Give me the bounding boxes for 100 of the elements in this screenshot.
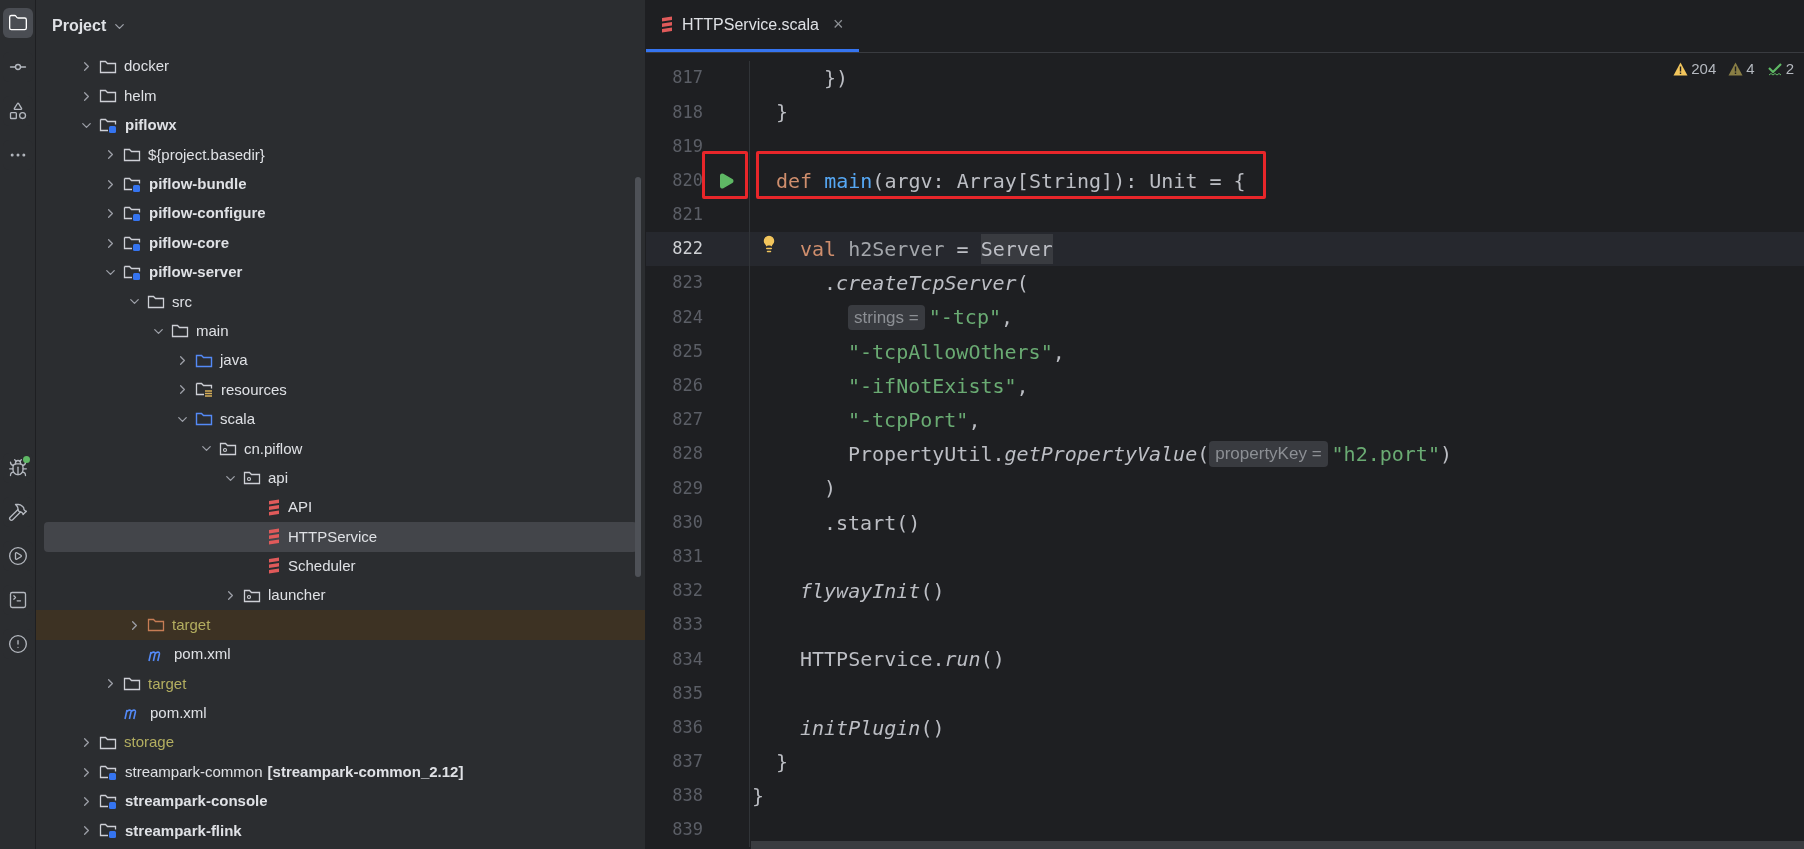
tree-item[interactable]: piflow-configure	[36, 198, 645, 229]
line-number: 839	[672, 818, 703, 842]
tree-item[interactable]: java	[36, 345, 645, 376]
tree-item[interactable]: ${project.basedir}	[36, 140, 645, 170]
folder-icon	[99, 88, 117, 105]
code-line: initPlugin()	[799, 714, 945, 742]
line-number: 823	[672, 271, 703, 295]
line-number: 822	[672, 237, 703, 261]
tree-item[interactable]: docker	[36, 52, 645, 82]
tree-item[interactable]: pom.xml	[36, 639, 645, 670]
code-line: strings = "-tcp",	[752, 302, 1014, 333]
code-line: flywayInit()	[799, 577, 945, 605]
tree-item[interactable]: piflow-core	[36, 228, 645, 258]
folder-icon	[171, 323, 189, 340]
module-folder-icon	[99, 822, 118, 840]
folder-icon	[147, 293, 165, 310]
tree-item[interactable]: streampark-console	[36, 786, 645, 817]
tree-item[interactable]: streampark-common [streampark-common_2.12]	[36, 757, 645, 787]
line-number: 835	[672, 681, 703, 705]
folder-icon[interactable]	[2, 8, 33, 38]
scrollbar[interactable]	[751, 841, 1804, 849]
line-number: 829	[672, 476, 703, 500]
tree-item[interactable]: scala	[36, 404, 645, 435]
package-icon	[219, 440, 237, 457]
code-line: HTTPService.run()	[799, 646, 1005, 674]
code-line: "-tcpPort",	[847, 406, 981, 434]
line-number: 832	[672, 579, 703, 603]
scala-file-icon	[267, 498, 281, 517]
tree-item[interactable]: launcher	[36, 581, 645, 611]
module-folder-icon	[123, 175, 142, 193]
package-icon	[243, 470, 261, 487]
module-folder-icon	[123, 234, 142, 252]
line-number: 824	[672, 305, 703, 329]
tree-item[interactable]: api	[36, 463, 645, 493]
code-line: val h2Server = Server	[752, 234, 1053, 265]
code-line: .start()	[823, 509, 921, 537]
close-button[interactable]: ×	[832, 11, 844, 38]
line-number: 836	[672, 715, 703, 739]
warning-icon	[1673, 62, 1689, 77]
tree-item[interactable]: streampark-flink	[36, 816, 645, 846]
tree-item[interactable]: cn.piflow	[36, 434, 645, 464]
source-folder-icon	[195, 352, 213, 369]
code-line: }	[775, 99, 789, 127]
folder-icon	[123, 146, 141, 163]
scala-file-icon	[267, 557, 281, 576]
code-line: "-tcpAllowOthers",	[847, 338, 1065, 366]
line-number: 838	[672, 784, 703, 808]
tree-item[interactable]: helm	[36, 81, 645, 111]
code-line: })	[823, 65, 849, 93]
tree-item[interactable]: Scheduler	[36, 551, 645, 582]
tree-item[interactable]: target	[36, 610, 645, 640]
code-line: }	[775, 748, 789, 776]
code-line: def main(argv: Array[String]): Unit = {	[775, 167, 1246, 195]
code-line: PropertyUtil.getPropertyValue( propertyKey = "h2.port")	[847, 440, 1452, 469]
folder-icon	[147, 617, 165, 634]
line-number: 833	[672, 613, 703, 637]
tree-item[interactable]: API	[36, 492, 645, 523]
line-number: 831	[672, 544, 703, 568]
line-number: 820	[672, 168, 703, 192]
inspection-count[interactable]: 4	[1746, 58, 1755, 81]
line-number: 817	[672, 66, 703, 90]
editor-tab[interactable]: HTTPService.scala ×	[646, 0, 860, 52]
scala-file-icon	[660, 15, 674, 34]
tree-item[interactable]: piflowx	[36, 110, 645, 141]
tree-item[interactable]: resources	[36, 375, 645, 405]
folder-icon	[99, 734, 117, 751]
line-number: 837	[672, 750, 703, 774]
line-number: 821	[672, 203, 703, 227]
resources-folder-icon	[195, 381, 214, 399]
inspection-count[interactable]: 204	[1691, 58, 1717, 81]
line-number: 834	[672, 647, 703, 671]
folder-icon	[99, 58, 117, 75]
tree-item[interactable]: storage	[36, 728, 645, 758]
code-line: }	[752, 783, 765, 811]
check-icon	[1766, 61, 1783, 78]
code-line: .createTcpServer(	[823, 270, 1029, 298]
tree-item[interactable]: pom.xml	[36, 698, 645, 728]
tree-item[interactable]: piflow-bundle	[36, 169, 645, 199]
tree-item[interactable]: HTTPService	[44, 522, 637, 552]
scrollbar[interactable]	[635, 177, 641, 577]
scala-file-icon	[267, 527, 281, 546]
line-number: 827	[672, 408, 703, 432]
tree-item[interactable]: piflow-server	[36, 257, 645, 288]
source-folder-icon	[195, 411, 213, 428]
module-folder-icon	[99, 792, 118, 810]
line-number: 826	[672, 374, 703, 398]
run-icon[interactable]	[717, 171, 735, 190]
line-number: 819	[672, 134, 703, 158]
line-number: 825	[672, 339, 703, 363]
code-line: )	[823, 475, 837, 503]
warning-icon	[1728, 62, 1744, 77]
tree-item[interactable]: target	[36, 669, 645, 699]
line-number: 830	[672, 510, 703, 534]
code-line: "-ifNotExists",	[847, 372, 1029, 400]
inspection-count[interactable]: 2	[1785, 58, 1794, 81]
project-view-selector[interactable]: Project	[52, 14, 128, 38]
tree-item[interactable]: main	[36, 316, 645, 346]
line-number: 818	[672, 100, 703, 124]
line-number: 828	[672, 442, 703, 466]
tree-item[interactable]: src	[36, 287, 645, 317]
